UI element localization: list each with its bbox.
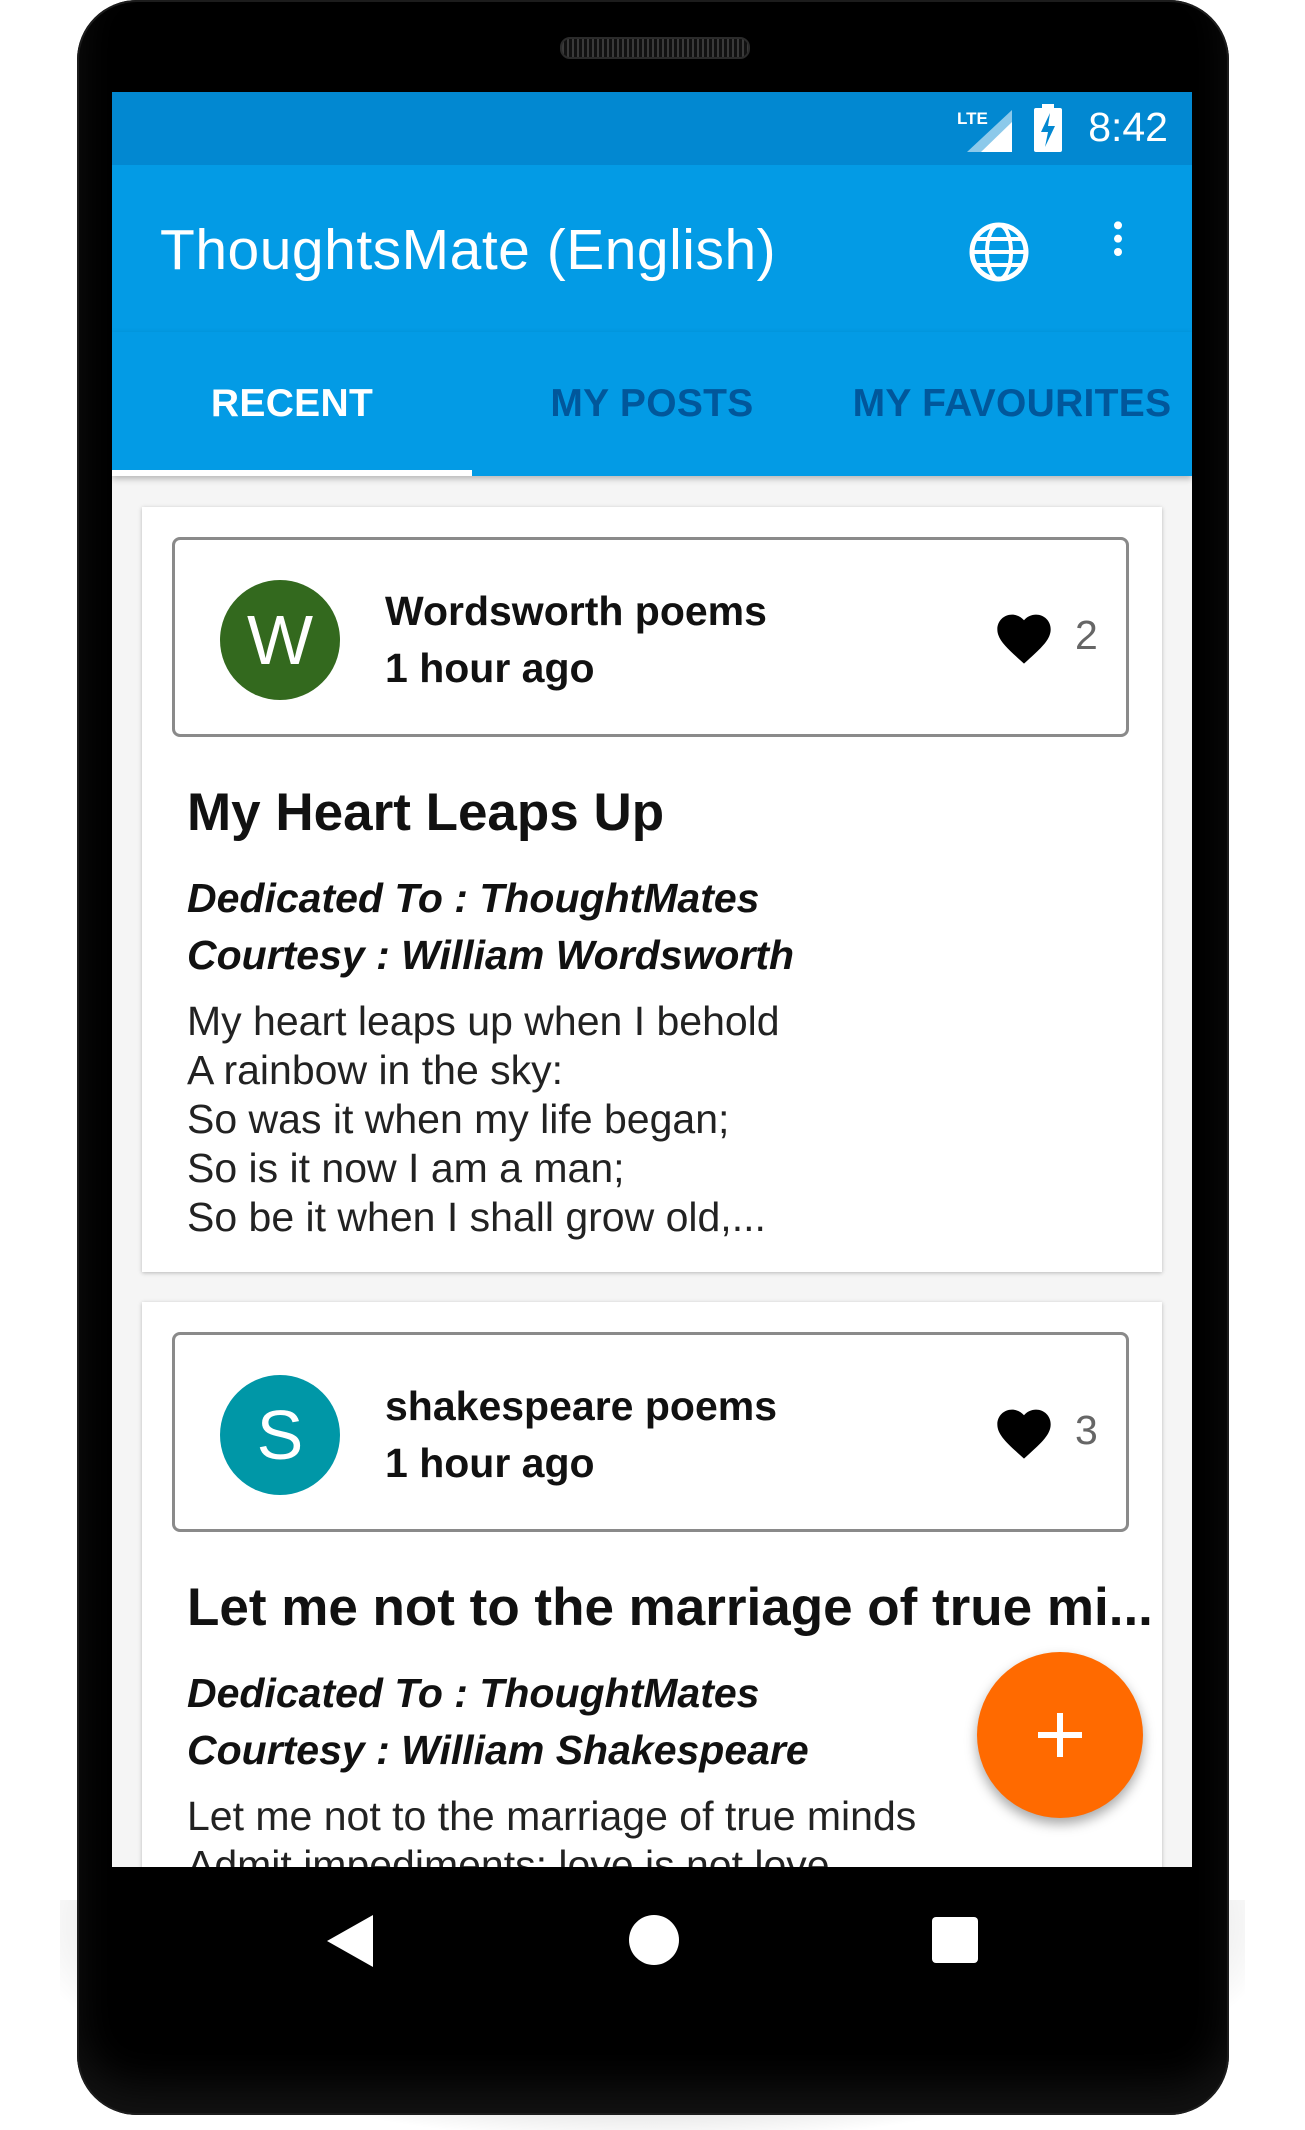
post-courtesy: Courtesy : William Wordsworth: [187, 932, 795, 978]
home-circle-icon[interactable]: [629, 1915, 679, 1965]
tab-my-posts[interactable]: MY POSTS: [472, 332, 832, 476]
avatar: S: [220, 1375, 340, 1495]
post-card[interactable]: W Wordsworth poems 1 hour ago 2 My Heart…: [142, 507, 1162, 1272]
avatar: W: [220, 580, 340, 700]
post-author: shakespeare poems: [385, 1383, 778, 1429]
add-post-button[interactable]: [977, 1652, 1143, 1818]
status-time: 8:42: [1088, 104, 1168, 150]
battery-charging-icon: [1034, 104, 1062, 152]
heart-icon[interactable]: [992, 1401, 1056, 1461]
post-dedicated: Dedicated To : ThoughtMates: [187, 875, 760, 921]
post-title: My Heart Leaps Up: [187, 783, 665, 842]
post-time: 1 hour ago: [385, 1440, 595, 1486]
system-nav-bar: [112, 1867, 1192, 2017]
post-courtesy: Courtesy : William Shakespeare: [187, 1727, 809, 1773]
plus-icon: [1038, 1713, 1082, 1757]
like-count: 3: [1075, 1407, 1098, 1453]
post-body: Let me not to the marriage of true minds…: [187, 1793, 917, 1867]
tab-my-favourites[interactable]: MY FAVOURITES: [832, 332, 1192, 476]
status-bar: LTE 8:42: [112, 92, 1192, 165]
post-body: My heart leaps up when I behold A rainbo…: [187, 998, 780, 1240]
post-header: W Wordsworth poems 1 hour ago 2: [172, 537, 1129, 737]
post-author: Wordsworth poems: [385, 588, 767, 634]
recents-square-icon[interactable]: [932, 1917, 978, 1963]
like-count: 2: [1075, 612, 1098, 658]
tab-indicator: [112, 470, 472, 476]
post-title: Let me not to the marriage of true mi...: [187, 1578, 1153, 1637]
globe-icon[interactable]: [967, 220, 1031, 284]
lte-label: LTE: [957, 109, 988, 128]
post-header: S shakespeare poems 1 hour ago 3: [172, 1332, 1129, 1532]
speaker-grille: [560, 37, 750, 59]
lte-signal-icon: LTE: [957, 109, 1012, 152]
post-dedicated: Dedicated To : ThoughtMates: [187, 1670, 760, 1716]
more-vert-icon[interactable]: [1106, 220, 1130, 276]
tab-recent[interactable]: RECENT: [112, 332, 472, 476]
heart-icon[interactable]: [992, 606, 1056, 666]
post-time: 1 hour ago: [385, 645, 595, 691]
tab-bar: RECENT MY POSTS MY FAVOURITES: [112, 332, 1192, 476]
back-triangle-icon[interactable]: [327, 1915, 373, 1967]
app-screen: LTE 8:42 ThoughtsMate (English) RECENT M…: [112, 92, 1192, 1867]
app-title: ThoughtsMate (English): [160, 218, 777, 282]
